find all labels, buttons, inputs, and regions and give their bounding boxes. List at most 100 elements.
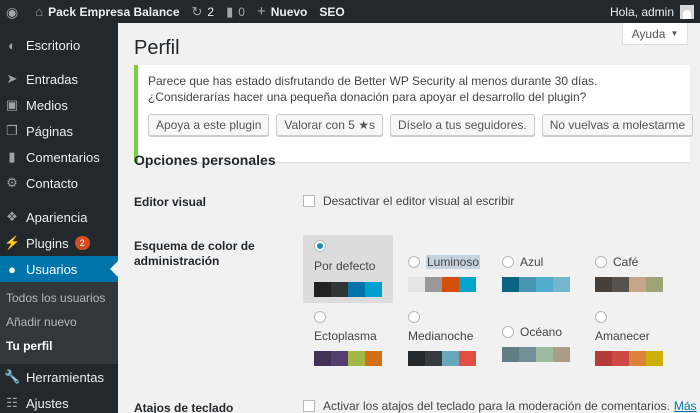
radio-button[interactable] — [408, 256, 420, 268]
comments-count: 0 — [238, 4, 245, 19]
sidebar-item-ajustes[interactable]: ☷ Ajustes — [0, 390, 118, 413]
sidebar-item-label: Escritorio — [26, 37, 81, 53]
swatch — [595, 277, 612, 292]
swatch — [442, 351, 459, 366]
sidebar-item-label: Herramientas — [26, 369, 105, 385]
visual-editor-label: Editor visual — [134, 195, 207, 209]
radio-button[interactable] — [314, 311, 326, 323]
radio-button[interactable] — [314, 240, 326, 252]
caret-down-icon: ▼ — [670, 29, 679, 38]
scheme-swatches — [595, 277, 685, 292]
scheme-name: Amanecer — [595, 329, 650, 343]
radio-button[interactable] — [502, 256, 514, 268]
swatch — [629, 351, 646, 366]
plugins-icon: ⚡ — [4, 235, 21, 250]
sidebar-item-label: Usuarios — [26, 261, 78, 277]
notice-buttons: Apoya a este plugin Valorar con 5 ★s Dís… — [148, 114, 694, 136]
support-plugin-button[interactable]: Apoya a este plugin — [148, 114, 270, 136]
color-scheme-option[interactable]: Azul — [502, 255, 592, 323]
swatch — [331, 351, 348, 366]
sidebar-item-comentarios[interactable]: ▮ Comentarios — [0, 144, 118, 170]
visual-editor-checkbox[interactable] — [303, 195, 315, 207]
visual-editor-option: Desactivar el editor visual al escribir — [323, 194, 515, 208]
sidebar-item-entradas[interactable]: ➤ Entradas — [0, 66, 118, 92]
visual-editor-field[interactable]: Desactivar el editor visual al escribir — [303, 194, 514, 208]
color-scheme-label: Esquema de color de administración — [134, 239, 255, 268]
submenu-all-users[interactable]: Todos los usuarios — [0, 286, 118, 310]
sidebar-item-escritorio[interactable]: ◐ Escritorio — [0, 32, 118, 58]
site-name-link[interactable]: ⌂ Pack Empresa Balance — [29, 0, 185, 23]
scheme-swatches — [314, 282, 393, 297]
sidebar-item-label: Medios — [26, 97, 68, 113]
swatch — [595, 351, 612, 366]
media-icon: ▣ — [5, 97, 19, 112]
help-button[interactable]: Ayuda ▼ — [622, 23, 688, 45]
pin-icon: ➤ — [6, 71, 18, 86]
sidebar-item-medios[interactable]: ▣ Medios — [0, 92, 118, 118]
scheme-swatches — [502, 347, 592, 362]
users-icon: ● — [8, 261, 16, 277]
seo-link[interactable]: SEO — [313, 0, 350, 23]
main-content: Ayuda ▼ Perfil Parece que has estado dis… — [118, 23, 700, 413]
settings-icon: ☷ — [6, 395, 18, 410]
radio-button[interactable] — [595, 311, 607, 323]
updates-link[interactable]: ↻ 2 — [186, 0, 221, 23]
users-submenu: Todos los usuarios Añadir nuevo Tu perfi… — [0, 282, 118, 364]
color-scheme-option[interactable]: Por defecto — [303, 235, 393, 303]
plus-icon: + — [256, 3, 266, 20]
tools-icon: 🔧 — [4, 369, 21, 384]
scheme-name: Ectoplasma — [314, 329, 377, 343]
radio-button[interactable] — [502, 326, 514, 338]
scheme-name: Café — [613, 255, 639, 269]
page-title: Perfil — [134, 37, 180, 59]
sidebar-item-label: Contacto — [26, 175, 79, 191]
swatch — [536, 347, 553, 362]
submenu-add-new[interactable]: Añadir nuevo — [0, 310, 118, 334]
radio-button[interactable] — [408, 311, 420, 323]
swatch — [425, 351, 442, 366]
swatch — [553, 347, 570, 362]
swatch — [519, 277, 536, 292]
rate-five-stars-button[interactable]: Valorar con 5 ★s — [276, 114, 383, 136]
scheme-name: Luminoso — [426, 255, 481, 269]
color-scheme-option[interactable]: Ectoplasma — [314, 311, 404, 379]
home-icon: ⌂ — [35, 4, 44, 19]
swatch — [502, 347, 519, 362]
sidebar-item-herramientas[interactable]: 🔧 Herramientas — [0, 364, 118, 390]
comments-link[interactable]: ▮ 0 — [220, 0, 251, 23]
updates-count: 2 — [207, 4, 215, 19]
scheme-name: Por defecto — [314, 259, 376, 273]
swatch — [408, 277, 425, 292]
wp-logo-button[interactable]: ◉ — [0, 0, 29, 23]
comment-bubble-icon: ▮ — [226, 4, 234, 19]
sidebar-item-label: Apariencia — [26, 209, 88, 225]
swatch — [365, 351, 382, 366]
keyboard-shortcuts-label: Atajos de teclado — [134, 401, 234, 413]
color-scheme-option[interactable]: Océano — [502, 325, 592, 393]
submenu-your-profile[interactable]: Tu perfil — [0, 334, 118, 358]
scheme-swatches — [408, 277, 498, 292]
more-info-link[interactable]: Más — [674, 399, 697, 413]
dont-bother-button[interactable]: No vuelvas a molestarme — [541, 114, 694, 136]
color-scheme-option[interactable]: Medianoche — [408, 311, 498, 379]
sidebar-item-paginas[interactable]: ❐ Páginas — [0, 118, 118, 144]
radio-button[interactable] — [595, 256, 607, 268]
sidebar-item-apariencia[interactable]: ❖ Apariencia — [0, 204, 118, 230]
scheme-name: Medianoche — [408, 329, 474, 343]
sidebar-item-label: Plugins — [26, 235, 69, 251]
new-content-link[interactable]: + Nuevo — [251, 0, 313, 23]
my-account-link[interactable]: Hola, admin — [610, 4, 700, 19]
sidebar-item-contacto[interactable]: ⚙ Contacto — [0, 170, 118, 196]
sidebar-item-plugins[interactable]: ⚡ Plugins 2 — [0, 230, 118, 256]
swatch — [314, 351, 331, 366]
swatch — [612, 351, 629, 366]
color-scheme-option[interactable]: Amanecer — [595, 311, 685, 379]
tell-followers-button[interactable]: Díselo a tus seguidores. — [390, 114, 535, 136]
swatch — [365, 282, 382, 297]
keyboard-shortcuts-field[interactable]: Activar los atajos del teclado para la m… — [303, 399, 697, 413]
scheme-swatches — [314, 351, 404, 366]
sidebar-item-usuarios[interactable]: ● Usuarios — [0, 256, 118, 282]
swatch — [502, 277, 519, 292]
keyboard-shortcuts-checkbox[interactable] — [303, 400, 315, 412]
swatch — [408, 351, 425, 366]
